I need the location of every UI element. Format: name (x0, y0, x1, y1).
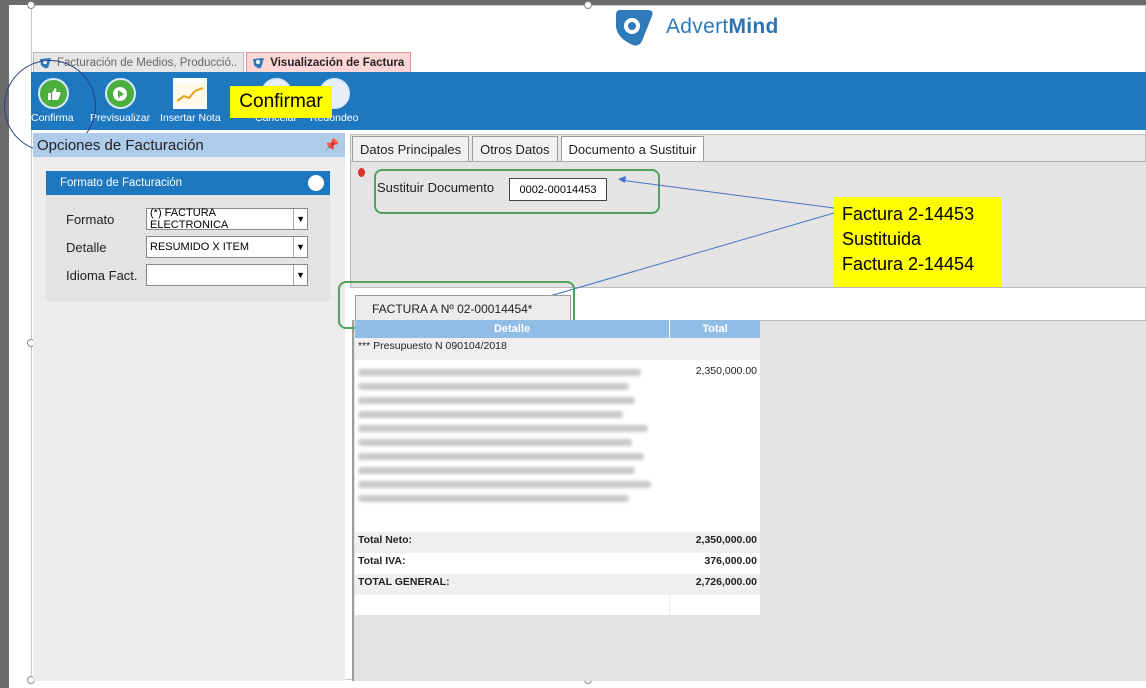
total-general-row: TOTAL GENERAL: 2,726,000.00 (355, 574, 760, 595)
table-row: *** Presupuesto N 090104/2018 (355, 338, 760, 360)
total-neto-row: Total Neto: 2,350,000.00 (355, 532, 760, 553)
total-value: 2,726,000.00 (695, 576, 757, 588)
table-row: 2,350,000.00 (355, 360, 760, 532)
total-label: Total Neto: (358, 534, 413, 546)
empty-row (355, 595, 760, 615)
row-detail: *** Presupuesto N 090104/2018 (358, 340, 507, 352)
row-total (669, 338, 760, 360)
blurred-detail (355, 360, 669, 532)
row-total: 2,350,000.00 (695, 365, 757, 377)
total-label: Total IVA: (358, 555, 406, 567)
total-label: TOTAL GENERAL: (358, 576, 450, 588)
invoice-table: Detalle Total *** Presupuesto N 090104/2… (355, 320, 760, 615)
column-header-total: Total (669, 320, 760, 338)
table-header: Detalle Total (355, 320, 760, 338)
column-header-detail: Detalle (355, 320, 669, 338)
total-value: 2,350,000.00 (695, 534, 757, 546)
total-iva-row: Total IVA: 376,000.00 (355, 553, 760, 574)
screen: AdvertMind Facturación de Medios, Produc… (0, 0, 1146, 688)
total-value: 376,000.00 (704, 555, 757, 567)
